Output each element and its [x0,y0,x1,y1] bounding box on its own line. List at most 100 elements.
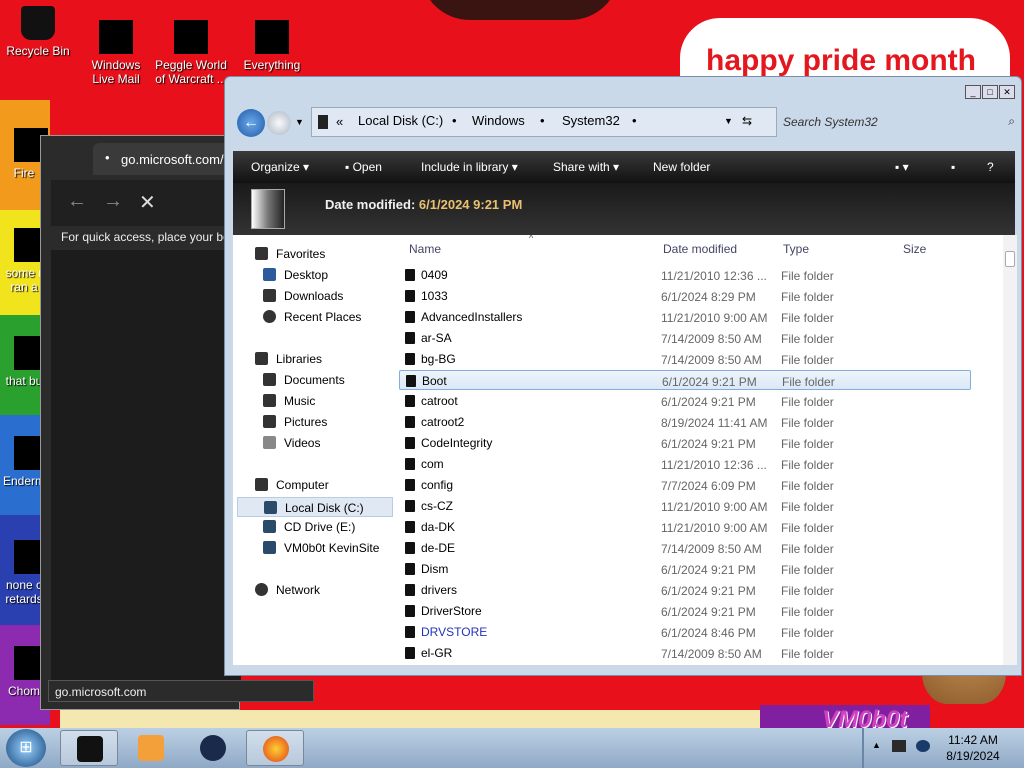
libraries-icon [255,352,268,365]
tray-battery-icon[interactable] [892,740,906,752]
scrollbar-thumb[interactable] [1005,251,1015,267]
hard-drive-icon [264,501,277,514]
file-type: File folder [781,332,834,346]
browser-window[interactable]: go.microsoft.com/f ← → ✕ For quick acces… [40,135,243,710]
tray-network-icon[interactable] [916,740,930,752]
include-in-library-button[interactable]: Include in library ▾ [421,160,518,174]
folder-icon [405,416,415,428]
folder-icon [405,395,415,407]
folder-icon [405,500,415,512]
tray-expand-icon[interactable]: ▲ [872,740,886,752]
nav-network[interactable]: Network [255,583,320,597]
taskbar-explorer[interactable] [60,730,118,766]
nav-downloads[interactable]: Downloads [263,289,343,303]
address-bar[interactable]: « Local Disk (C:) • Windows • System32 •… [311,107,777,137]
table-row[interactable]: 0409 11/21/2010 12:36 ... File folder [399,265,999,285]
explorer-window[interactable]: _ □ ✕ ← ▼ « Local Disk (C:) • Windows • … [224,76,1022,676]
forward-arrow-icon[interactable]: → [103,190,123,213]
clock-time: 11:42 AM [948,733,998,747]
clock[interactable]: 11:42 AM 8/19/2024 [936,732,1010,764]
share-with-button[interactable]: Share with ▾ [553,160,619,174]
nav-label: Computer [276,478,329,492]
desktop-icon-peggle[interactable]: Peggle World of Warcraft ... [155,20,227,86]
table-row[interactable]: AdvancedInstallers 11/21/2010 9:00 AM File… [399,307,999,327]
nav-cd-drive[interactable]: CD Drive (E:) [263,520,355,534]
table-row[interactable]: bg-BG 7/14/2009 8:50 AM File folder [399,349,999,369]
nav-label: Network [276,583,321,597]
table-row[interactable]: ar-SA 7/14/2009 8:50 AM File folder [399,328,999,348]
table-row[interactable]: com 11/21/2010 12:36 ... File folder [399,454,999,474]
command-bar: Organize ▾ ▪ Open Include in library ▾ S… [233,151,1015,183]
table-row[interactable]: 1033 6/1/2024 8:29 PM File folder [399,286,999,306]
view-options-icon[interactable]: ▪ ▾ [895,160,909,174]
back-arrow-icon[interactable]: ← [67,190,87,213]
new-folder-button[interactable]: New folder [653,160,710,174]
nav-recent-places[interactable]: Recent Places [263,310,361,324]
column-size[interactable]: Size [903,242,926,256]
taskbar-app[interactable] [184,730,242,766]
nav-computer[interactable]: Computer [255,478,329,492]
nav-network-drive[interactable]: VM0b0t KevinSite [263,541,379,555]
minimize-button[interactable]: _ [965,85,981,99]
table-row[interactable]: Boot 6/1/2024 9:21 PM File folder [399,370,971,390]
preview-pane-icon[interactable]: ▪ [951,160,955,174]
table-row[interactable]: config 7/7/2024 6:09 PM File folder [399,475,999,495]
nav-favorites[interactable]: Favorites [255,247,325,261]
start-button[interactable]: ⊞ [6,729,46,767]
table-row[interactable]: catroot2 8/19/2024 11:41 AM File folder [399,412,999,432]
refresh-icon[interactable]: ⇆ [742,114,752,128]
table-row[interactable]: cs-CZ 11/21/2010 9:00 AM File folder [399,496,999,516]
table-row[interactable]: da-DK 11/21/2010 9:00 AM File folder [399,517,999,537]
table-row[interactable]: Dism 6/1/2024 9:21 PM File folder [399,559,999,579]
folder-icon [406,375,416,387]
browser-tab[interactable]: go.microsoft.com/f [93,143,243,175]
desktop-icon-everything[interactable]: Everything [236,20,308,72]
breadcrumb-separator: • [540,113,545,128]
file-date: 7/14/2009 8:50 AM [661,542,762,556]
table-row[interactable]: DriverStore 6/1/2024 9:21 PM File folder [399,601,999,621]
recent-pages-icon[interactable]: ▼ [295,117,304,127]
nav-music[interactable]: Music [263,394,315,408]
table-row[interactable]: catroot 6/1/2024 9:21 PM File folder [399,391,999,411]
close-button[interactable]: ✕ [999,85,1015,99]
help-icon[interactable]: ? [987,160,994,174]
open-button[interactable]: ▪ Open [345,160,382,174]
crumb-system32[interactable]: System32 [562,113,620,128]
table-row[interactable]: CodeIntegrity 6/1/2024 9:21 PM File folder [399,433,999,453]
videos-icon [263,436,276,449]
table-row[interactable]: de-DE 7/14/2009 8:50 AM File folder [399,538,999,558]
file-type: File folder [781,647,834,661]
open-label: Open [352,160,382,174]
column-type[interactable]: Type [783,242,809,256]
nav-local-disk[interactable]: Local Disk (C:) [237,497,393,517]
close-icon[interactable]: ✕ [139,190,156,215]
nav-documents[interactable]: Documents [263,373,345,387]
column-name[interactable]: Name [409,242,441,256]
table-row[interactable]: el-GR 7/14/2009 8:50 AM File folder [399,643,999,663]
nav-desktop[interactable]: Desktop [263,268,328,282]
file-date: 11/21/2010 9:00 AM [661,500,768,514]
file-type: File folder [781,542,834,556]
organize-button[interactable]: Organize ▾ [251,160,309,174]
desktop-icon-recycle-bin[interactable]: Recycle Bin [2,6,74,58]
desktop-icon-windows-live-mail[interactable]: Windows Live Mail [80,20,152,86]
table-row[interactable]: DRVSTORE 6/1/2024 8:46 PM File folder [399,622,999,642]
forward-button[interactable] [267,111,291,135]
nav-videos[interactable]: Videos [263,436,320,450]
vertical-scrollbar[interactable] [1003,235,1017,665]
crumb-windows[interactable]: Windows [472,113,525,128]
maximize-button[interactable]: □ [982,85,998,99]
taskbar-media-player[interactable] [122,730,180,766]
back-button[interactable]: ← [237,109,265,137]
crumb-local-disk[interactable]: Local Disk (C:) [358,113,443,128]
search-icon[interactable]: ⌕ [1008,114,1015,129]
taskbar-firefox[interactable] [246,730,304,766]
address-dropdown-icon[interactable]: ▼ [724,116,733,126]
nav-libraries[interactable]: Libraries [255,352,322,366]
details-pane: Date modified: 6/1/2024 9:21 PM [233,183,1015,235]
search-input[interactable]: Search System32 ⌕ [783,109,1023,135]
column-date-modified[interactable]: Date modified [663,242,737,256]
table-row[interactable]: drivers 6/1/2024 9:21 PM File folder [399,580,999,600]
file-date: 7/14/2009 8:50 AM [661,647,762,661]
nav-pictures[interactable]: Pictures [263,415,327,429]
